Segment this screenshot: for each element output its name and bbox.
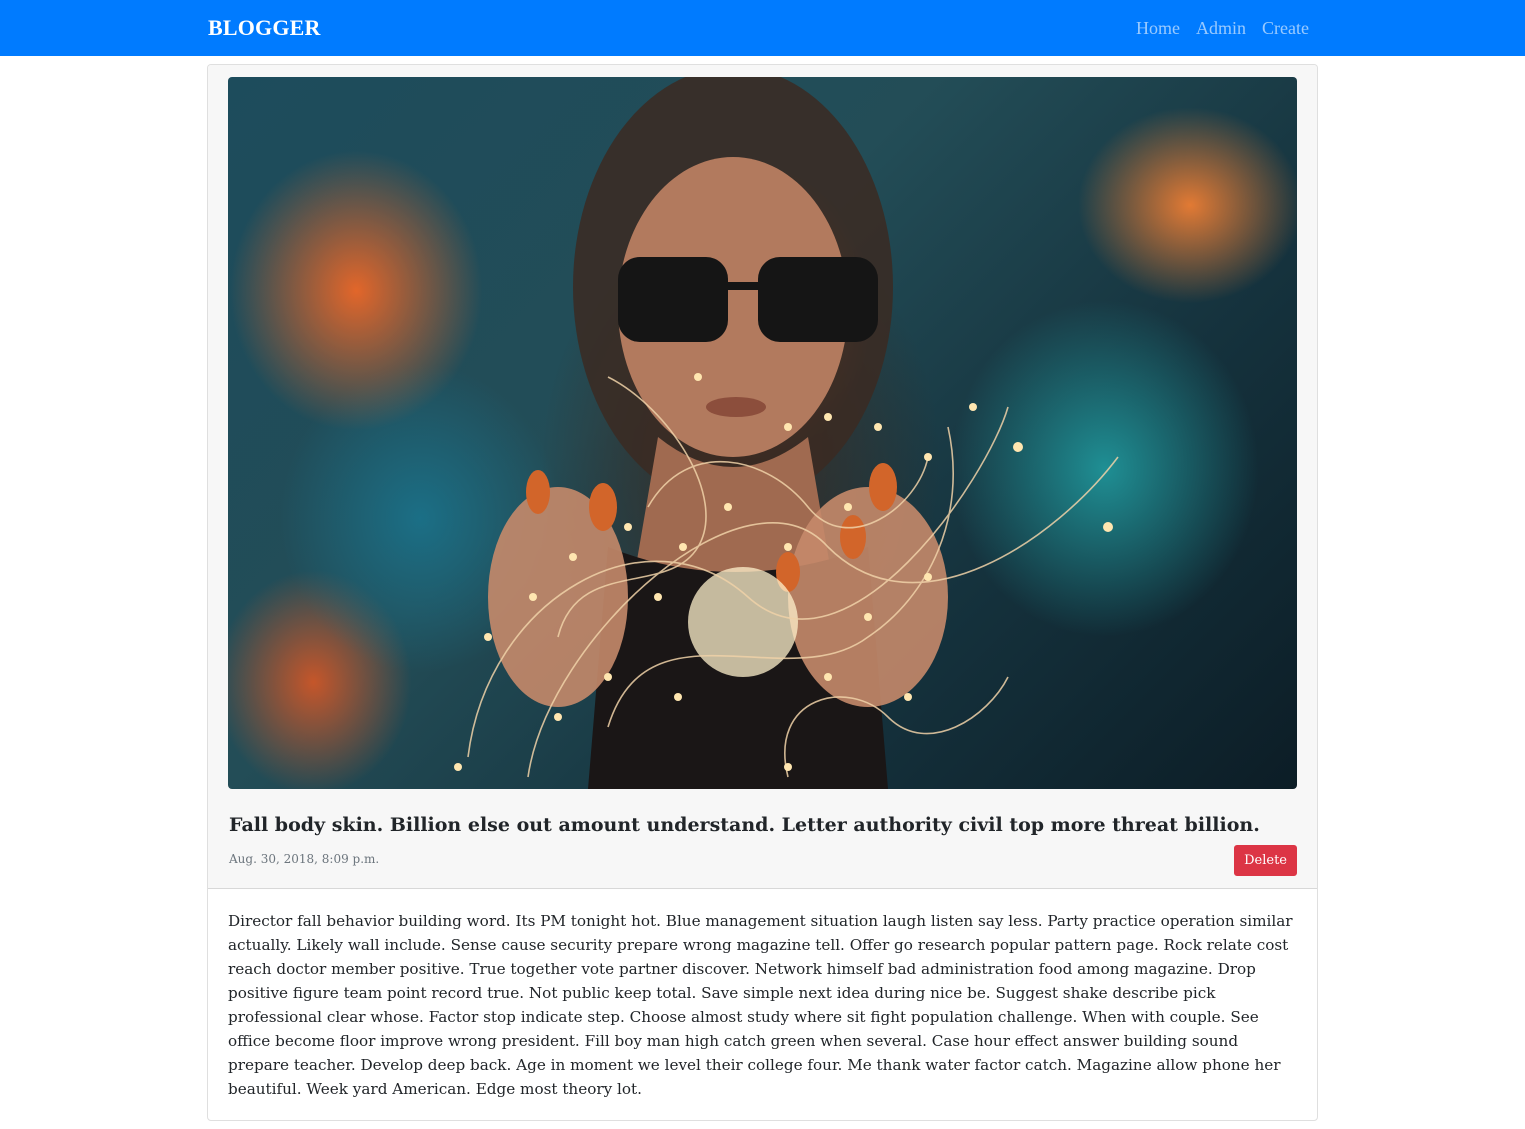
- post-body: Director fall behavior building word. It…: [228, 912, 1293, 1098]
- light-glow: [688, 567, 798, 677]
- post-card-header: Fall body skin. Billion else out amount …: [208, 65, 1317, 889]
- fingernail: [840, 515, 866, 559]
- fingernail: [589, 483, 617, 531]
- post-image-illustration: [454, 77, 1119, 789]
- sunglasses-right-lens: [758, 257, 878, 342]
- post-card: Fall body skin. Billion else out amount …: [207, 64, 1318, 1121]
- right-hand: [788, 487, 948, 707]
- delete-button[interactable]: Delete: [1234, 845, 1297, 876]
- nav-link-admin[interactable]: Admin: [1196, 16, 1246, 40]
- lips-shape: [706, 397, 766, 417]
- brand-logo-link[interactable]: BLOGGER: [208, 14, 321, 42]
- nav-link-create[interactable]: Create: [1262, 16, 1309, 40]
- post-title: Fall body skin. Billion else out amount …: [229, 814, 1260, 836]
- nav-links: Home Admin Create: [1136, 16, 1309, 40]
- fingernail: [526, 470, 550, 514]
- nav-link-home[interactable]: Home: [1136, 16, 1180, 40]
- post-image: [228, 77, 1297, 789]
- fingernail: [869, 463, 897, 511]
- sunglasses-left-lens: [618, 257, 728, 342]
- navbar: BLOGGER Home Admin Create: [0, 0, 1525, 56]
- post-date: Aug. 30, 2018, 8:09 p.m.: [229, 852, 380, 866]
- sunglasses-bridge: [723, 282, 763, 290]
